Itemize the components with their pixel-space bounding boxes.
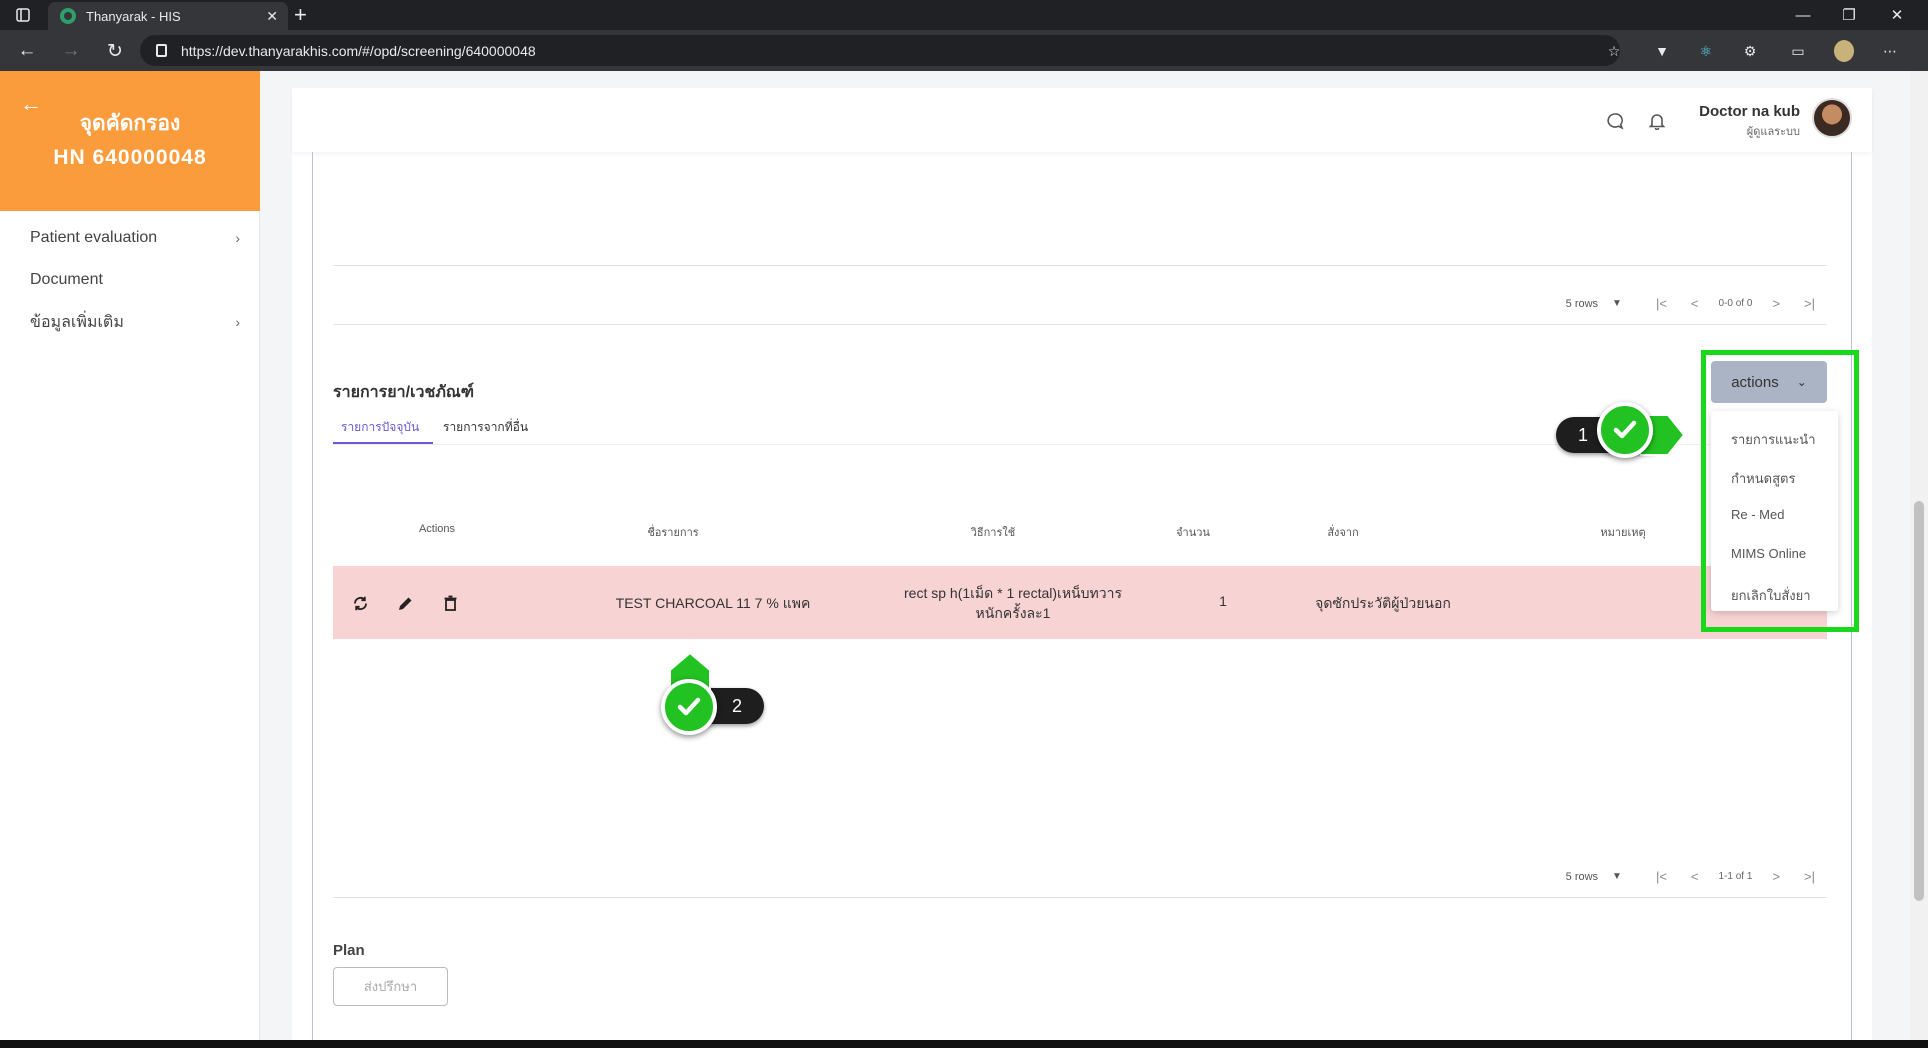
rows-per-page-select[interactable]: 5 rows [1566, 298, 1598, 310]
column-header-usage: วิธีการใช้ [970, 527, 1016, 539]
column-header-name: ชื่อรายการ [647, 527, 699, 539]
content-area: 5 rows ▼ |< < 0-0 of 0 > >| รายการยา/เวช… [312, 152, 1852, 1040]
refresh-icon[interactable] [349, 592, 371, 614]
user-name: Doctor na kub [1699, 103, 1800, 120]
url-input[interactable]: https://dev.thanyarakhis.com/#/opd/scree… [140, 35, 1620, 66]
tab-title: Thanyarak - HIS [86, 8, 181, 24]
back-icon[interactable]: ← [14, 38, 40, 64]
item-qty: 1 [1219, 593, 1227, 609]
tab-other-list[interactable]: รายการจากที่อื่น [443, 418, 528, 440]
chevron-right-icon: › [235, 314, 240, 330]
cast-icon[interactable]: ▭ [1788, 41, 1808, 61]
sidebar-item-label: Patient evaluation [30, 229, 158, 246]
chevron-right-icon: › [235, 230, 240, 246]
item-ordered-from: จุดซักประวัติผู้ป่วยนอก [1315, 595, 1451, 611]
profile-avatar-icon[interactable] [1834, 40, 1854, 62]
tab-actions-icon[interactable] [0, 0, 46, 30]
scrollbar-thumb[interactable] [1914, 501, 1924, 901]
check-mark-icon [661, 679, 717, 735]
item-name: TEST CHARCOAL 11 7 % แพค [615, 595, 811, 611]
browser-address-bar: ← → ↻ https://dev.thanyarakhis.com/#/opd… [0, 30, 1928, 71]
rows-per-page-select[interactable]: 5 rows [1566, 871, 1598, 883]
divider [333, 324, 1827, 325]
user-role: ผู้ดูแลระบบ [1746, 126, 1800, 138]
plan-label: Plan [333, 942, 365, 959]
avatar[interactable] [1812, 98, 1852, 138]
browser-tab[interactable]: Thanyarak - HIS ✕ [48, 2, 288, 30]
extension-v-icon[interactable]: ▼ [1652, 41, 1672, 61]
annotation-number-2: 2 [732, 695, 743, 716]
annotation-highlight-box [1701, 350, 1859, 632]
first-page-icon[interactable]: |< [1656, 296, 1667, 311]
restore-icon[interactable]: ❐ [1826, 0, 1872, 30]
reload-icon[interactable]: ↻ [102, 38, 128, 64]
sidebar: ← จุดคัดกรอง HN 640000048 Patient evalua… [0, 71, 260, 1040]
column-header-ordered-from: สั่งจาก [1327, 527, 1359, 539]
close-window-icon[interactable]: ✕ [1874, 0, 1920, 30]
tab-current-list[interactable]: รายการปัจจุบัน [341, 418, 419, 440]
sidebar-item-label: Document [30, 271, 103, 288]
edit-pencil-icon[interactable] [394, 592, 416, 614]
favorites-star-icon[interactable]: ☆ [1604, 41, 1624, 61]
item-usage: rect sp h(1เม็ด * 1 rectal)เหน็บทวาร หนั… [853, 583, 1173, 623]
usage-line-2: หนักครั้งละ1 [975, 605, 1051, 621]
check-mark-icon [1597, 402, 1653, 458]
column-header-actions: Actions [418, 523, 456, 535]
page-info: 1-1 of 1 [1718, 871, 1753, 882]
minimize-icon[interactable]: — [1780, 0, 1826, 30]
prev-page-icon[interactable]: < [1691, 296, 1699, 311]
os-taskbar [0, 1040, 1928, 1048]
new-tab-icon[interactable]: + [294, 3, 307, 27]
close-tab-icon[interactable]: ✕ [266, 8, 278, 25]
prev-page-icon[interactable]: < [1691, 869, 1699, 884]
pagination-bottom: 5 rows ▼ |< < 1-1 of 1 > >| [1566, 869, 1827, 884]
trash-icon[interactable] [439, 592, 461, 614]
extension-react-icon[interactable]: ⚛ [1696, 41, 1716, 61]
sidebar-item-label: ข้อมูลเพิ่มเติม [30, 313, 124, 331]
table-row[interactable]: TEST CHARCOAL 11 7 % แพค rect sp h(1เม็ด… [333, 566, 1827, 639]
lock-icon [156, 44, 167, 57]
url-text: https://dev.thanyarakhis.com/#/opd/scree… [181, 42, 536, 59]
sidebar-item-additional-info[interactable]: ข้อมูลเพิ่มเติม › [30, 309, 240, 335]
column-header-note: หมายเหตุ [1600, 527, 1646, 539]
browser-tab-bar: Thanyarak - HIS ✕ + — ❐ ✕ [0, 0, 1928, 30]
favicon-icon [60, 8, 76, 24]
first-page-icon[interactable]: |< [1656, 869, 1667, 884]
patient-hn: HN 640000048 [53, 146, 207, 169]
sidebar-title: จุดคัดกรอง [79, 112, 181, 135]
usage-line-1: rect sp h(1เม็ด * 1 rectal)เหน็บทวาร [904, 585, 1122, 601]
forward-icon[interactable]: → [58, 38, 84, 64]
last-page-icon[interactable]: >| [1804, 296, 1815, 311]
last-page-icon[interactable]: >| [1804, 869, 1815, 884]
page-scrollbar[interactable] [1910, 71, 1928, 1040]
consult-button[interactable]: ส่งปรึกษา [333, 967, 448, 1006]
chat-icon[interactable] [1604, 110, 1626, 132]
top-bar: Doctor na kub ผู้ดูแลระบบ [292, 88, 1872, 152]
more-menu-icon[interactable]: ⋯ [1880, 41, 1900, 61]
main-card: Doctor na kub ผู้ดูแลระบบ 5 rows ▼ |< < … [292, 88, 1872, 1040]
next-page-icon[interactable]: > [1772, 869, 1780, 884]
divider [333, 897, 1827, 898]
pagination-top: 5 rows ▼ |< < 0-0 of 0 > >| [1566, 296, 1827, 311]
sidebar-item-document[interactable]: Document [30, 267, 240, 293]
caret-down-icon[interactable]: ▼ [1612, 871, 1622, 882]
bell-icon[interactable] [1646, 110, 1668, 132]
annotation-number-1: 1 [1578, 424, 1589, 445]
section-title: รายการยา/เวชภัณฑ์ [333, 384, 475, 401]
next-page-icon[interactable]: > [1772, 296, 1780, 311]
extensions-puzzle-icon[interactable]: ⚙ [1740, 41, 1760, 61]
page-viewport: ← จุดคัดกรอง HN 640000048 Patient evalua… [0, 71, 1910, 1040]
page-info: 0-0 of 0 [1718, 298, 1753, 309]
divider [333, 265, 1827, 266]
sidebar-item-patient-evaluation[interactable]: Patient evaluation › [30, 225, 240, 251]
sidebar-header: ← จุดคัดกรอง HN 640000048 [0, 71, 260, 211]
column-header-qty: จำนวน [1176, 527, 1210, 539]
caret-down-icon[interactable]: ▼ [1612, 298, 1622, 309]
